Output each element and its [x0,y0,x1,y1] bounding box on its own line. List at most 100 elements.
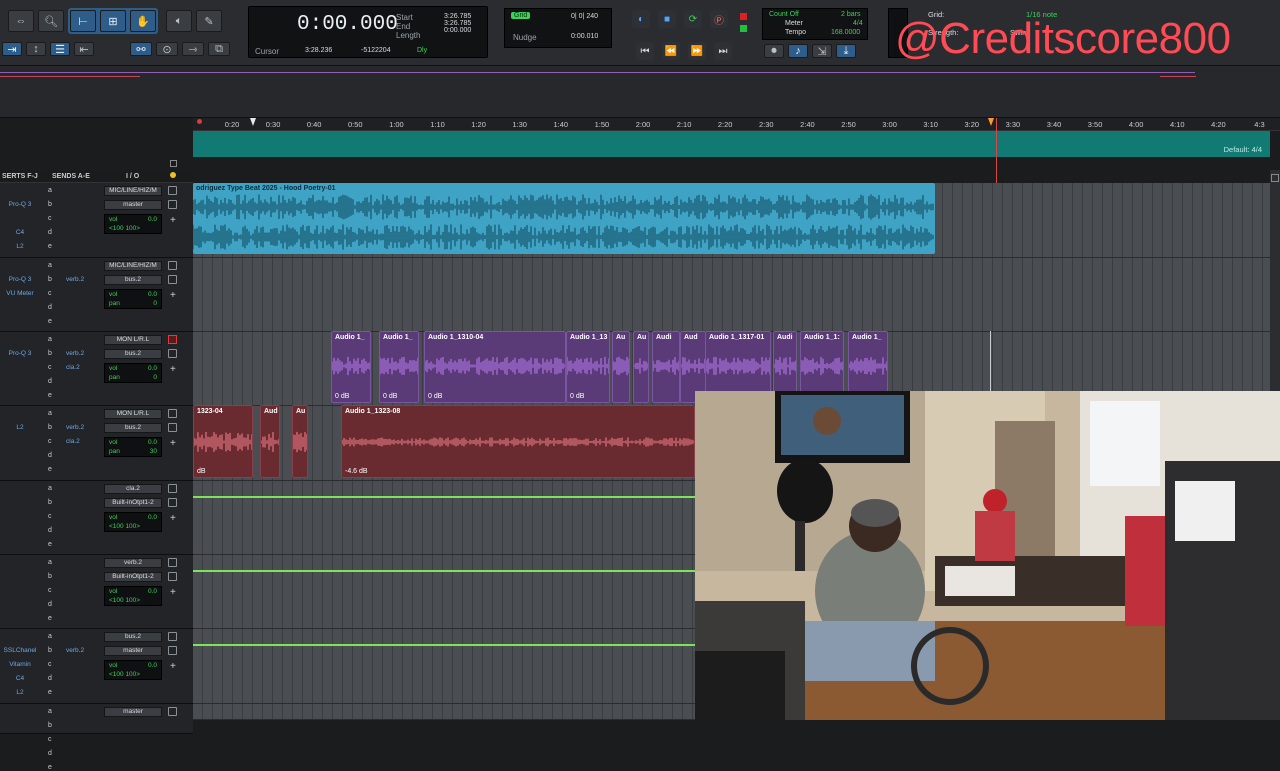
length-value[interactable]: 0:00.000 [444,27,471,34]
io-menu-icon[interactable] [168,572,177,581]
ruler-menu-icon[interactable] [170,160,177,167]
add-send-icon[interactable]: + [170,587,176,598]
count-off-value[interactable]: 2 bars [841,11,860,18]
audio-clip[interactable]: Audio 1_1310-04 0 dB [424,331,566,403]
wait-for-note-icon[interactable]: ⏺ [764,44,784,58]
io-menu-icon[interactable] [168,349,177,358]
io-selector[interactable]: MON L/R.L [104,409,162,419]
record-arm-icon[interactable] [168,335,177,344]
meter-ruler-lane[interactable]: Default: 4/4 [193,131,1270,157]
io-selector[interactable]: master [104,200,162,210]
end-icon[interactable]: ⏭ [714,42,732,60]
main-counter[interactable]: 0:00.000 Start End Length 3:26.785 3:26.… [248,6,488,58]
audio-clip[interactable]: Audio 1_13 0 dB [566,331,610,403]
loop-icon[interactable]: ⟳ [684,10,702,28]
click-icon[interactable]: ♪ [788,44,808,58]
io-selector[interactable]: MON L/R.L [104,335,162,345]
online-icon[interactable]: ◐ [632,10,650,28]
delay-comp-indicator[interactable]: Dly [417,47,427,54]
zoomer-icon[interactable]: ⇔ [8,10,34,32]
slip-mode-icon[interactable]: ↕ [26,42,46,56]
playhead-start-icon[interactable] [197,119,202,124]
tab-to-transient-icon[interactable]: ⇾ [182,42,204,56]
send-name[interactable]: verb.2 [66,647,84,654]
grid-mode-icon[interactable]: ⇤ [74,42,94,56]
volume-automation-line[interactable] [193,570,695,572]
audio-clip[interactable]: Audi [652,331,680,403]
audio-clip[interactable]: Au [292,405,308,478]
track-header[interactable]: a b c d e L2 verb.2 cla.2 MON L/R.L bus.2 vol 0.0… [0,406,193,481]
send-name[interactable]: cla.2 [66,364,80,371]
universe-overview[interactable] [0,66,1280,118]
insert-plugin[interactable]: L2 [2,689,38,696]
send-name[interactable]: verb.2 [66,424,84,431]
vol-pan-readout[interactable]: vol 0.0 <100 100> [104,214,162,234]
audio-clip[interactable]: odriguez Type Beat 2025 - Hood Poetry-01 [193,183,935,254]
track-header[interactable]: a b c d e cla.2 Built-inOtpt1-2 vol 0.0 <100 1… [0,481,193,555]
io-menu-icon[interactable] [168,558,177,567]
vol-pan-readout[interactable]: vol 0.0 <100 100> [104,586,162,606]
vol-pan-readout[interactable]: vol 0.0 pan 0 [104,289,162,309]
grid-label[interactable]: Grid [511,12,531,19]
spot-mode-icon[interactable]: ☰ [50,42,70,56]
io-selector[interactable]: verb.2 [104,558,162,568]
shuffle-mode-icon[interactable]: ⇥ [2,42,22,56]
track-header[interactable]: a b c d e Pro-Q 3 C4 L2 MIC/LINE/HIZ/M master vol… [0,183,193,258]
io-selector[interactable]: master [104,707,162,717]
insert-plugin[interactable]: C4 [2,229,38,236]
io-selector[interactable]: MIC/LINE/HIZ/M [104,261,162,271]
insert-plugin[interactable]: L2 [2,243,38,250]
io-menu-icon[interactable] [168,484,177,493]
io-menu-icon[interactable] [168,632,177,641]
track-header[interactable]: a b c d e Pro-Q 3 verb.2 cla.2 MON L/R.L bus.2 vo… [0,332,193,406]
track-header[interactable]: a b c d e verb.2 Built-inOtpt1-2 vol 0.0 <100 … [0,555,193,629]
vol-pan-readout[interactable]: vol 0.0 pan 0 [104,363,162,383]
timeline-ruler[interactable]: 0:20 0:30 0:40 0:50 1:00 1:10 1:20 1:30 1:40 1:50… [193,118,1280,131]
scroll-up-icon[interactable] [1271,174,1279,182]
add-send-icon[interactable]: + [170,364,176,375]
grid-value[interactable]: 0| 0| 240 [571,13,598,20]
selector-tool-icon[interactable]: ⊞ [100,10,126,32]
audio-clip[interactable]: Audio 1_ 0 dB [331,331,371,403]
end-marker-icon[interactable] [988,118,994,126]
mirror-midi-icon[interactable]: ⧉ [208,42,230,56]
io-selector[interactable]: cla.2 [104,484,162,494]
stop-icon[interactable]: ■ [658,10,676,28]
track-lane[interactable] [193,258,1270,332]
insert-plugin[interactable]: Pro-Q 3 [2,350,38,357]
add-send-icon[interactable]: + [170,661,176,672]
vol-pan-readout[interactable]: vol 0.0 <100 100> [104,660,162,680]
io-menu-icon[interactable] [168,423,177,432]
send-name[interactable]: cla.2 [66,438,80,445]
nudge-value[interactable]: 0:00.010 [571,33,598,40]
io-menu-icon[interactable] [168,200,177,209]
insert-plugin[interactable]: Pro-Q 3 [2,201,38,208]
audio-clip[interactable]: Au [612,331,630,403]
magnify-icon[interactable]: 🔍︎ [38,10,64,32]
tempo-conductor-icon[interactable]: ⤓ [836,44,856,58]
io-menu-icon[interactable] [168,707,177,716]
link-icon[interactable]: ⚯ [130,42,152,56]
track-header[interactable]: a b c d e SSLChanel Vitamin C4 L2 verb.2 bus.2 mast… [0,629,193,704]
io-menu-icon[interactable] [168,275,177,284]
grabber-tool-icon[interactable]: ✋ [130,10,156,32]
pencil-tool-icon[interactable]: ✎ [196,10,222,32]
insert-plugin[interactable]: L2 [2,424,38,431]
add-send-icon[interactable]: + [170,513,176,524]
meter-value[interactable]: 4/4 [853,20,863,27]
countoff-icon[interactable]: ⇲ [812,44,832,58]
io-menu-icon[interactable] [168,498,177,507]
send-name[interactable]: verb.2 [66,350,84,357]
add-send-icon[interactable]: + [170,438,176,449]
io-warning-icon[interactable] [170,172,176,178]
nudge-label[interactable]: Nudge [513,33,537,42]
audio-clip[interactable]: 1323-04 dB [193,405,253,478]
count-off-label[interactable]: Count Off [769,11,799,18]
audio-clip[interactable]: Aud [260,405,280,478]
start-marker-icon[interactable] [250,118,256,126]
io-menu-icon[interactable] [168,646,177,655]
rewind-icon[interactable]: ⏪ [662,42,680,60]
io-menu-icon[interactable] [168,261,177,270]
add-send-icon[interactable]: + [170,290,176,301]
insert-plugin[interactable]: C4 [2,675,38,682]
